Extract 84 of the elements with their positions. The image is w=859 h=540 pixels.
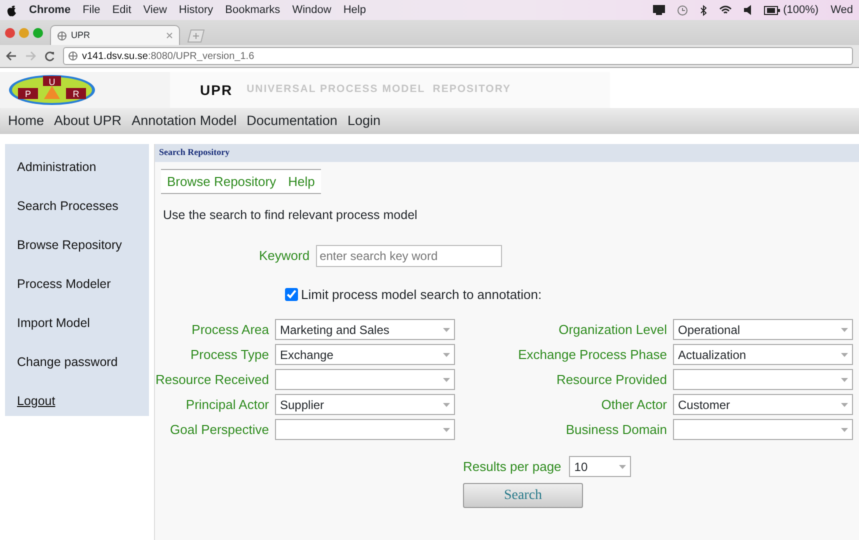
tab-link[interactable]: Help <box>288 172 315 191</box>
menubar-clock[interactable]: Wed <box>830 2 853 18</box>
address-bar[interactable]: v141.dsv.su.se:8080/UPR_version_1.6 <box>63 47 853 65</box>
menu-item[interactable]: Help <box>343 2 366 18</box>
caret-icon <box>841 352 848 357</box>
battery-icon[interactable] <box>764 6 780 14</box>
select-field[interactable]: Supplier <box>275 394 455 416</box>
sidebar-item[interactable]: Search Processes <box>17 187 137 226</box>
wifi-icon[interactable] <box>719 5 732 15</box>
caret-icon <box>841 378 848 382</box>
url-text: v141.dsv.su.se:8080/UPR_version_1.6 <box>82 50 254 64</box>
limit-label: Limit process model search to annotation: <box>301 286 542 304</box>
field-label: Principal Actor <box>184 396 269 414</box>
results-label: Results per page <box>463 458 562 476</box>
menu-item[interactable]: Window <box>292 2 332 18</box>
select-field[interactable] <box>275 419 455 440</box>
intro-text: Use the search to find relevant process model <box>163 207 418 224</box>
field-label: Business Domain <box>564 421 667 439</box>
results-select[interactable]: 10 <box>569 456 632 478</box>
sidebar-item[interactable]: Import Model <box>17 304 137 343</box>
sidebar-item[interactable]: Process Modeler <box>17 265 137 304</box>
caret-icon <box>443 378 450 382</box>
select-field[interactable]: Exchange <box>275 344 455 366</box>
field-label: Resource Received <box>155 371 269 389</box>
menu-item[interactable]: History <box>178 2 214 18</box>
nav-link[interactable]: Login <box>347 110 380 132</box>
site-title: UPR <box>200 80 233 100</box>
search-button[interactable]: Search <box>463 483 583 508</box>
reload-icon[interactable] <box>44 50 55 62</box>
field-label: Organization Level <box>558 321 667 339</box>
select-field[interactable] <box>673 419 853 440</box>
caret-icon <box>443 402 450 407</box>
back-icon[interactable] <box>6 51 17 61</box>
nav-link[interactable]: Documentation <box>246 110 338 132</box>
keyword-field[interactable]: enter search key word <box>316 244 502 267</box>
caret-icon <box>443 428 450 432</box>
display-icon[interactable] <box>653 5 666 15</box>
logout-link[interactable]: Logout <box>17 382 137 421</box>
globe-icon <box>68 51 78 61</box>
logo[interactable]: P U R <box>8 74 96 106</box>
sidebar-item[interactable]: Browse Repository <box>17 226 137 265</box>
select-field[interactable]: Marketing and Sales <box>275 319 455 340</box>
browser-tab[interactable]: UPR <box>50 25 180 45</box>
app-name[interactable]: Chrome <box>29 2 71 18</box>
tab-link[interactable]: Browse Repository <box>167 172 276 191</box>
bluetooth-icon[interactable] <box>700 4 708 16</box>
panel-title: Search Repository <box>155 144 859 162</box>
select-field[interactable]: Customer <box>673 394 853 416</box>
caret-icon <box>841 402 848 407</box>
menu-item[interactable]: File <box>82 2 100 18</box>
sidebar-item[interactable]: Administration <box>17 148 137 187</box>
clock-icon[interactable] <box>677 4 688 16</box>
field-label: Resource Provided <box>555 371 667 389</box>
menu-item[interactable]: Edit <box>112 2 132 18</box>
select-field[interactable]: Actualization <box>673 344 853 366</box>
field-label: Exchange Process Phase <box>517 346 667 364</box>
new-tab-icon[interactable] <box>186 29 206 43</box>
menu-item[interactable]: Bookmarks <box>225 2 280 18</box>
nav-link[interactable]: About UPR <box>54 110 122 132</box>
select-field[interactable] <box>673 369 853 390</box>
caret-icon <box>443 352 450 357</box>
menu-item[interactable]: View <box>143 2 167 18</box>
field-label: Process Area <box>190 321 269 339</box>
battery-percent: (100%) <box>783 2 819 18</box>
field-label: Process Type <box>189 346 269 364</box>
caret-icon <box>841 328 848 332</box>
caret-icon <box>841 428 848 432</box>
speaker-icon[interactable] <box>744 5 752 15</box>
nav-link[interactable]: Annotation Model <box>132 110 237 132</box>
apple-icon <box>6 4 17 16</box>
caret-icon <box>443 328 450 332</box>
keyword-label: Keyword <box>259 247 310 265</box>
field-label: Other Actor <box>600 396 667 414</box>
nav-link[interactable]: Home <box>8 110 44 132</box>
limit-checkbox[interactable] <box>285 288 298 301</box>
select-field[interactable]: Operational <box>673 319 853 340</box>
tab-title: UPR <box>71 28 92 42</box>
select-field[interactable] <box>275 369 455 390</box>
sidebar-item[interactable]: Change password <box>17 343 137 382</box>
close-icon[interactable] <box>166 32 173 39</box>
globe-icon <box>57 30 67 40</box>
caret-icon <box>619 464 626 469</box>
window-controls-icon[interactable] <box>4 27 44 39</box>
field-label: Goal Perspective <box>169 421 269 439</box>
